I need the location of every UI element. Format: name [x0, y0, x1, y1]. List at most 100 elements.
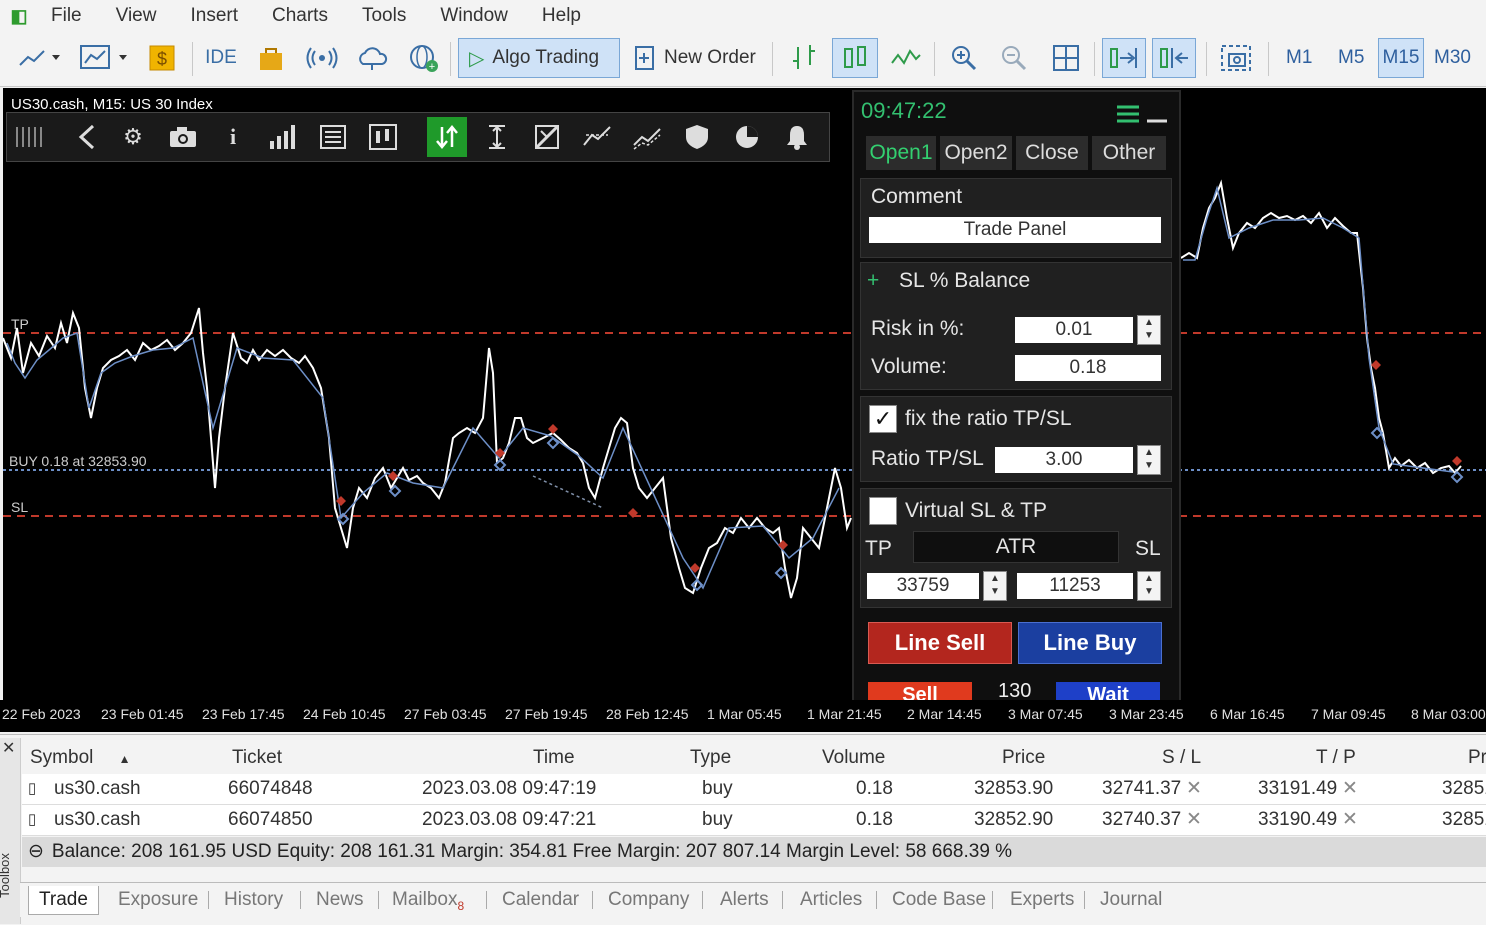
tp-input[interactable]: 33759: [867, 573, 979, 599]
bell-icon[interactable]: [777, 117, 817, 157]
line-buy-button[interactable]: Line Buy: [1018, 622, 1162, 664]
table-row[interactable]: ▯ us30.cash 66074848 2023.03.08 09:47:19…: [22, 774, 1486, 805]
trailing-icon[interactable]: [627, 117, 667, 157]
drag-handle-icon[interactable]: [11, 117, 51, 157]
tab-calendar[interactable]: Calendar: [492, 886, 589, 914]
gear-icon[interactable]: ⚙: [113, 117, 153, 157]
risk-stepper[interactable]: ▲ ▼: [1137, 315, 1161, 345]
buy-wait-button[interactable]: Wait: [1056, 682, 1160, 700]
tab-history[interactable]: History: [214, 886, 293, 914]
tab-experts[interactable]: Experts: [1000, 886, 1084, 914]
menu-view[interactable]: View: [99, 5, 174, 27]
signal-bars-icon[interactable]: [263, 117, 303, 157]
tab-code-base[interactable]: Code Base: [882, 886, 996, 914]
menu-window[interactable]: Window: [423, 5, 525, 27]
list-icon[interactable]: [313, 117, 353, 157]
cloud-icon[interactable]: [352, 38, 392, 78]
chart-type-icon[interactable]: [12, 38, 68, 78]
price-chart[interactable]: US30.cash, M15: US 30 Index TP BUY 0.18 …: [3, 88, 1486, 700]
auto-scroll-icon[interactable]: [1102, 38, 1146, 78]
hide-objects-icon[interactable]: [527, 117, 567, 157]
market-bag-icon[interactable]: [254, 38, 288, 78]
tab-open1[interactable]: Open1: [866, 136, 936, 170]
ide-button[interactable]: IDE: [200, 38, 242, 78]
tab-articles[interactable]: Articles: [790, 886, 872, 914]
col-price[interactable]: Price: [1002, 744, 1045, 772]
col-profit[interactable]: Pr: [1468, 744, 1486, 772]
tp-stepper[interactable]: ▲ ▼: [983, 571, 1007, 601]
line-sell-button[interactable]: Line Sell: [868, 622, 1012, 664]
minimize-icon[interactable]: [1146, 104, 1168, 130]
hamburger-menu-icon[interactable]: [1116, 104, 1140, 130]
tab-mailbox[interactable]: Mailbox8: [382, 886, 474, 914]
camera-icon[interactable]: [163, 117, 203, 157]
close-icon[interactable]: ✕: [2, 738, 15, 758]
timeframe-m1[interactable]: M1: [1278, 38, 1320, 78]
tab-news[interactable]: News: [306, 886, 374, 914]
vps-globe-icon[interactable]: +: [404, 38, 444, 78]
screenshot-icon[interactable]: [1214, 38, 1258, 78]
col-sl[interactable]: S / L: [1162, 744, 1201, 772]
dollar-icon[interactable]: $: [145, 38, 179, 78]
ratio-input[interactable]: 3.00: [995, 447, 1133, 473]
signals-icon[interactable]: [302, 38, 342, 78]
trade-panel-toggle-icon[interactable]: [427, 117, 467, 157]
new-order-button[interactable]: New Order: [630, 38, 768, 78]
remove-tp-icon[interactable]: ✕: [1342, 774, 1358, 804]
candlestick-icon[interactable]: [832, 38, 878, 78]
menu-charts[interactable]: Charts: [255, 5, 345, 27]
collapse-icon[interactable]: ⊖: [28, 841, 44, 862]
sl-input[interactable]: 11253: [1017, 573, 1133, 599]
tab-company[interactable]: Company: [598, 886, 699, 914]
trend-cross-icon[interactable]: [577, 117, 617, 157]
col-ticket[interactable]: Ticket: [232, 744, 282, 772]
sl-stepper[interactable]: ▲ ▼: [1137, 571, 1161, 601]
comment-input[interactable]: Trade Panel: [869, 217, 1161, 243]
line-chart-icon[interactable]: [886, 38, 926, 78]
candles-icon[interactable]: [363, 117, 403, 157]
tab-other[interactable]: Other: [1092, 136, 1166, 170]
atr-button[interactable]: ATR: [913, 531, 1119, 563]
remove-tp-icon[interactable]: ✕: [1342, 805, 1358, 835]
zoom-in-icon[interactable]: [944, 38, 984, 78]
vertical-range-icon[interactable]: [477, 117, 517, 157]
chart-shift-icon[interactable]: [1152, 38, 1196, 78]
col-tp[interactable]: T / P: [1316, 744, 1356, 772]
tile-windows-icon[interactable]: [1046, 38, 1086, 78]
risk-input[interactable]: 0.01: [1015, 317, 1133, 343]
tab-alerts[interactable]: Alerts: [710, 886, 779, 914]
virtual-sl-tp-checkbox[interactable]: [869, 497, 897, 525]
col-time[interactable]: Time: [533, 744, 575, 772]
tab-journal[interactable]: Journal: [1090, 886, 1172, 914]
timeframe-m30[interactable]: M30: [1426, 38, 1479, 78]
remove-sl-icon[interactable]: ✕: [1186, 805, 1202, 835]
timeframe-m5[interactable]: M5: [1330, 38, 1372, 78]
sell-button[interactable]: Sell: [868, 682, 972, 700]
info-icon[interactable]: i: [213, 117, 253, 157]
timeframe-m15[interactable]: M15: [1378, 38, 1424, 78]
tab-trade[interactable]: Trade: [28, 886, 99, 915]
col-symbol[interactable]: Symbol ▲: [30, 744, 131, 772]
col-type[interactable]: Type: [690, 744, 731, 772]
col-volume[interactable]: Volume: [822, 744, 885, 772]
table-row[interactable]: ▯ us30.cash 66074850 2023.03.08 09:47:21…: [22, 805, 1486, 836]
tab-open2[interactable]: Open2: [940, 136, 1012, 170]
menu-tools[interactable]: Tools: [345, 5, 423, 27]
remove-sl-icon[interactable]: ✕: [1186, 774, 1202, 804]
menu-file[interactable]: File: [34, 5, 99, 27]
ratio-stepper[interactable]: ▲ ▼: [1137, 445, 1161, 475]
expand-plus-icon[interactable]: +: [867, 269, 879, 293]
volume-input[interactable]: 0.18: [1015, 355, 1161, 381]
back-arrow-icon[interactable]: [67, 117, 107, 157]
zoom-out-icon[interactable]: [994, 38, 1034, 78]
algo-trading-button[interactable]: ▷ Algo Trading: [458, 38, 620, 78]
tab-exposure[interactable]: Exposure: [108, 886, 208, 914]
pie-chart-icon[interactable]: [727, 117, 767, 157]
menu-help[interactable]: Help: [525, 5, 598, 27]
bar-chart-icon[interactable]: [784, 38, 824, 78]
fix-ratio-checkbox[interactable]: ✓: [869, 405, 897, 433]
chart-template-icon[interactable]: [76, 38, 132, 78]
shield-icon[interactable]: [677, 117, 717, 157]
menu-insert[interactable]: Insert: [173, 5, 255, 27]
tab-close[interactable]: Close: [1016, 136, 1088, 170]
